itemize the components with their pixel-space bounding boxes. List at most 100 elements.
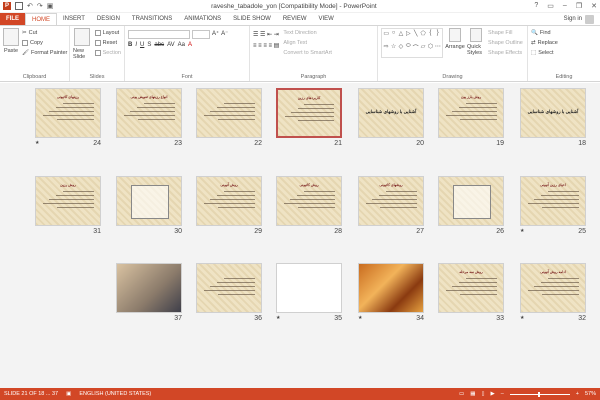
align-text-button[interactable]: Align Text (283, 38, 332, 48)
drawing-group-label: Drawing (442, 74, 463, 80)
slide-thumbnail-20[interactable]: آشنایی با روشهای شناسایی (358, 88, 424, 138)
slide-thumbnail-19[interactable]: روش بارز یون (438, 88, 504, 138)
char-spacing-button[interactable]: AV (167, 42, 175, 48)
layout-button[interactable]: Layout (94, 28, 121, 38)
ribbon-display-icon[interactable]: ▭ (547, 2, 554, 10)
zoom-slider[interactable] (509, 391, 570, 397)
zoom-level[interactable]: 57% (585, 391, 596, 397)
align-icon[interactable]: ≡ ≡ ≡ ≡ ▤ (253, 42, 279, 49)
slide-text-lines (203, 278, 255, 298)
slide-thumbnail-27[interactable]: روشهای کاتیونی (358, 176, 424, 226)
slide-thumbnail-23[interactable]: انواع رزینهای تعویض یونی (116, 88, 182, 138)
tab-review[interactable]: REVIEW (277, 13, 313, 25)
transition-star-icon[interactable]: ★ (520, 228, 524, 234)
slide-thumbnail-33[interactable]: روش سه مرحله (438, 263, 504, 313)
slide-thumbnail-22[interactable] (196, 88, 262, 138)
slide-sorter[interactable]: آشنایی با روشهای شناسایی 18 روش بارز یون 19… (0, 83, 600, 388)
replace-button[interactable]: ⇄ Replace (531, 38, 597, 48)
font-color-button[interactable]: A (188, 42, 192, 48)
increase-font-icon[interactable]: A⁺ (212, 30, 219, 39)
decrease-font-icon[interactable]: A⁻ (221, 30, 228, 39)
slide-thumbnail-25[interactable]: احیای رزین آنیونی (520, 176, 586, 226)
tab-view[interactable]: VIEW (313, 13, 340, 25)
tab-home[interactable]: HOME (25, 13, 57, 25)
italic-button[interactable]: I (135, 42, 137, 48)
shape-fill-button[interactable]: Shape Fill (488, 28, 523, 38)
transition-star-icon[interactable]: ★ (520, 315, 524, 321)
slide-thumbnail-37[interactable] (116, 263, 182, 313)
find-button[interactable]: 🔍 Find (531, 28, 597, 38)
zoom-out-icon[interactable]: – (501, 391, 504, 397)
select-button[interactable]: ⬚ Select (531, 48, 597, 58)
convert-smartart-button[interactable]: Convert to SmartArt (283, 48, 332, 58)
slide-text-lines (42, 103, 94, 123)
slide-number: 36 (254, 315, 262, 322)
slide-sorter-icon[interactable]: ▦ (470, 391, 475, 397)
save-icon[interactable] (15, 2, 23, 10)
slide-thumbnail-26[interactable] (438, 176, 504, 226)
copy-button[interactable]: Copy (22, 38, 67, 48)
slide-thumbnail-30[interactable] (116, 176, 182, 226)
underline-button[interactable]: U (140, 42, 144, 48)
shapes-gallery[interactable]: ▭ ○ △ ▷ ╲ ⬠{} ⇨ ☆ ◇ ⬭ ⌒ ▱ ⬡ ⋯ (381, 28, 443, 58)
minimize-icon[interactable]: – (563, 2, 567, 10)
cut-button[interactable]: ✂ Cut (22, 28, 67, 38)
help-icon[interactable]: ? (534, 2, 538, 10)
group-paragraph: ☰ ☰ ⇤ ⇥ ≡ ≡ ≡ ≡ ▤ Text Direction Align T… (250, 26, 378, 81)
reading-view-icon[interactable]: ▯ (481, 391, 484, 397)
normal-view-icon[interactable]: ▭ (459, 391, 464, 397)
slide-thumbnail-18[interactable]: آشنایی با روشهای شناسایی (520, 88, 586, 138)
bullets-icon[interactable]: ☰ ☰ ⇤ ⇥ (253, 31, 279, 38)
slide-thumbnail-28[interactable]: روش کاتیونی (276, 176, 342, 226)
slide-text-lines (284, 104, 334, 124)
transition-star-icon[interactable]: ★ (358, 315, 362, 321)
paste-button[interactable]: Paste (3, 28, 19, 71)
tab-insert[interactable]: INSERT (57, 13, 91, 25)
slide-thumbnail-35[interactable] (276, 263, 342, 313)
slide-thumbnail-36[interactable] (196, 263, 262, 313)
transition-star-icon[interactable]: ★ (35, 140, 39, 146)
reset-button[interactable]: Reset (94, 38, 121, 48)
sign-in[interactable]: Sign in (564, 13, 600, 25)
spellcheck-icon[interactable]: ▣ (66, 391, 71, 397)
font-size-input[interactable] (192, 30, 210, 39)
slide-thumbnail-29[interactable]: روش آنیونی (196, 176, 262, 226)
change-case-button[interactable]: Aa (178, 42, 185, 48)
tab-design[interactable]: DESIGN (91, 13, 126, 25)
new-slide-button[interactable]: New Slide (73, 28, 92, 71)
slide-thumbnail-21[interactable]: کاربردهای رزین (276, 88, 342, 138)
tab-transitions[interactable]: TRANSITIONS (126, 13, 178, 25)
slide-thumbnail-31[interactable]: روش رزین (35, 176, 101, 226)
slide-thumbnail-24[interactable]: رزینهای کاتیونی (35, 88, 101, 138)
language-status[interactable]: ENGLISH (UNITED STATES) (79, 391, 151, 397)
zoom-in-icon[interactable]: + (576, 391, 579, 397)
transition-star-icon[interactable]: ★ (276, 315, 280, 321)
arrange-button[interactable]: Arrange (445, 28, 465, 71)
slide-number: 29 (254, 228, 262, 235)
shape-effects-button[interactable]: Shape Effects (488, 48, 523, 58)
slide-number: 33 (496, 315, 504, 322)
font-name-input[interactable] (128, 30, 190, 39)
slide-thumbnail-32[interactable]: ادامه روش آنیونی (520, 263, 586, 313)
tab-animations[interactable]: ANIMATIONS (178, 13, 227, 25)
tab-file[interactable]: FILE (0, 13, 25, 25)
text-direction-button[interactable]: Text Direction (283, 28, 332, 38)
redo-icon[interactable]: ↷ (37, 2, 43, 10)
close-icon[interactable]: ✕ (591, 2, 597, 10)
format-painter-button[interactable]: 🖌 Format Painter (22, 48, 67, 58)
slide-number: 19 (496, 140, 504, 147)
restore-icon[interactable]: ❐ (576, 2, 582, 10)
shape-effects-label: Shape Effects (488, 50, 523, 56)
quick-styles-button[interactable]: Quick Styles (467, 28, 485, 71)
bold-button[interactable]: B (128, 42, 132, 48)
section-button[interactable]: Section (94, 48, 121, 58)
undo-icon[interactable]: ↶ (27, 2, 33, 10)
start-from-beginning-icon[interactable]: ▣ (47, 2, 54, 10)
slide-text-lines (527, 278, 579, 298)
strikethrough-button[interactable]: abc (154, 42, 164, 48)
shape-outline-button[interactable]: Shape Outline (488, 38, 523, 48)
shadow-button[interactable]: S (147, 42, 151, 48)
slide-thumbnail-34[interactable] (358, 263, 424, 313)
tab-slide-show[interactable]: SLIDE SHOW (227, 13, 277, 25)
slideshow-icon[interactable]: ▶ (490, 391, 494, 397)
